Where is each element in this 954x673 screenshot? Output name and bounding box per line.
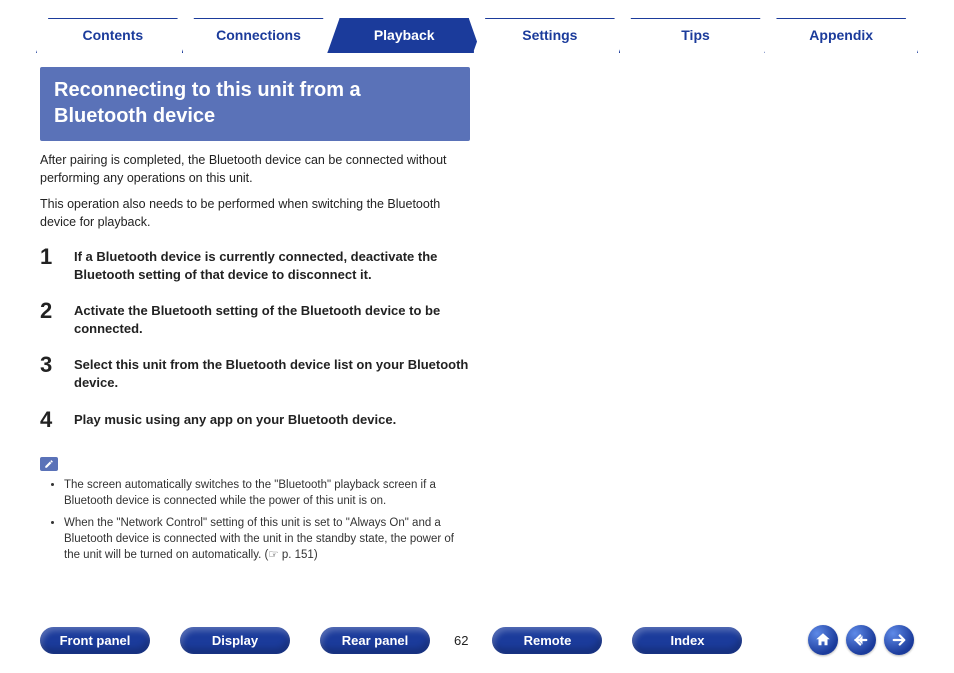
content-column: After pairing is completed, the Bluetoot… <box>40 151 470 563</box>
step-1: 1 If a Bluetooth device is currently con… <box>40 246 470 284</box>
step-number: 4 <box>40 409 60 431</box>
tab-appendix[interactable]: Appendix <box>764 18 918 53</box>
step-text: Activate the Bluetooth setting of the Bl… <box>74 300 470 338</box>
step-number: 1 <box>40 246 60 284</box>
link-index[interactable]: Index <box>632 627 742 654</box>
top-tabs: Contents Connections Playback Settings T… <box>40 18 914 53</box>
notes-list: The screen automatically switches to the… <box>64 477 470 563</box>
steps-list: 1 If a Bluetooth device is currently con… <box>40 246 470 431</box>
note-bullet-1: The screen automatically switches to the… <box>64 477 470 509</box>
intro-paragraph-2: This operation also needs to be performe… <box>40 195 470 231</box>
tab-connections[interactable]: Connections <box>182 18 336 53</box>
next-page-icon[interactable] <box>884 625 914 655</box>
link-rear-panel[interactable]: Rear panel <box>320 627 430 654</box>
prev-page-icon[interactable] <box>846 625 876 655</box>
step-number: 2 <box>40 300 60 338</box>
step-2: 2 Activate the Bluetooth setting of the … <box>40 300 470 338</box>
link-remote[interactable]: Remote <box>492 627 602 654</box>
tab-tips[interactable]: Tips <box>619 18 773 53</box>
step-text: Play music using any app on your Bluetoo… <box>74 409 396 431</box>
bottom-bar: Front panel Display Rear panel 62 Remote… <box>40 625 914 655</box>
note-bullet-2: When the "Network Control" setting of th… <box>64 515 470 563</box>
page-number: 62 <box>454 633 468 648</box>
home-icon[interactable] <box>808 625 838 655</box>
step-text: Select this unit from the Bluetooth devi… <box>74 354 470 392</box>
link-front-panel[interactable]: Front panel <box>40 627 150 654</box>
step-text: If a Bluetooth device is currently conne… <box>74 246 470 284</box>
step-3: 3 Select this unit from the Bluetooth de… <box>40 354 470 392</box>
step-4: 4 Play music using any app on your Bluet… <box>40 409 470 431</box>
tab-settings[interactable]: Settings <box>473 18 627 53</box>
note-icon <box>40 457 58 471</box>
tab-contents[interactable]: Contents <box>36 18 190 53</box>
intro-paragraph-1: After pairing is completed, the Bluetoot… <box>40 151 470 187</box>
step-number: 3 <box>40 354 60 392</box>
section-heading: Reconnecting to this unit from a Bluetoo… <box>40 67 470 141</box>
link-display[interactable]: Display <box>180 627 290 654</box>
tab-playback[interactable]: Playback <box>327 18 481 53</box>
